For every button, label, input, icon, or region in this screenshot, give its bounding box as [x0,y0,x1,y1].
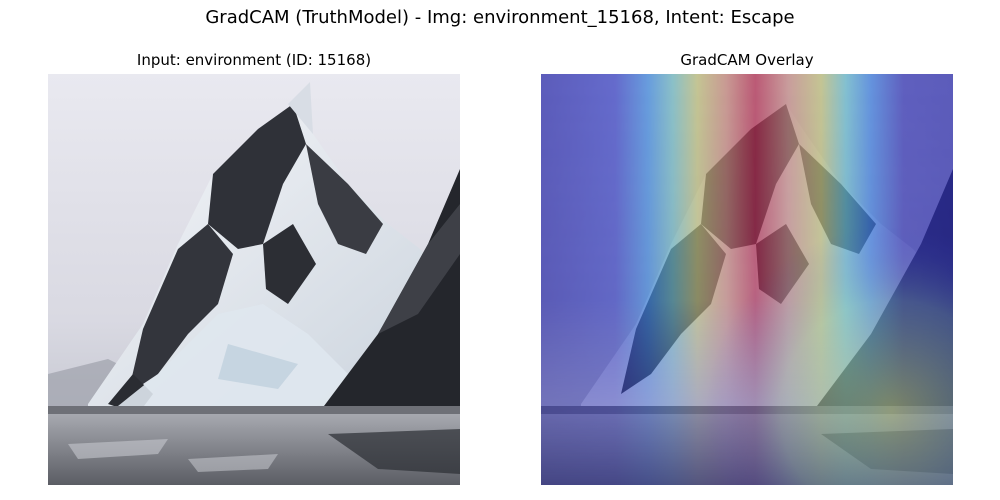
input-image [48,74,460,485]
gradcam-overlay-image [541,74,953,485]
mountain-photo [48,74,460,485]
input-panel-title: Input: environment (ID: 15168) [136,51,372,69]
figure-title: GradCAM (TruthModel) - Img: environment_… [205,7,795,28]
gradcam-heatmap [541,74,953,485]
overlay-panel-title: GradCAM Overlay [680,51,814,69]
